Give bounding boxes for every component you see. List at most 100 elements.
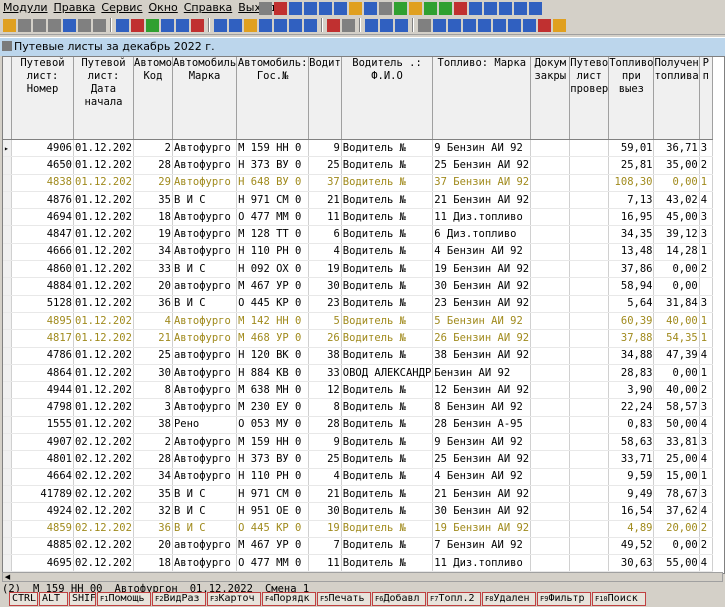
menu-item-2[interactable]: Сервис <box>98 0 145 15</box>
table-cell[interactable]: 30 Бензин АИ 92 <box>432 277 532 296</box>
table-row[interactable]: 4860 01.12.202 33 В И СН 092 ОХ 0 19 Водитель… <box>3 260 713 279</box>
table-cell[interactable]: 9 <box>308 139 342 158</box>
toolbar-icon[interactable] <box>3 18 16 32</box>
table-cell[interactable]: 01.12.202 <box>73 295 134 313</box>
table-cell[interactable]: 19 <box>133 225 173 244</box>
table-cell[interactable]: 55,00 <box>653 554 700 573</box>
toolbar-icon[interactable] <box>229 18 242 32</box>
table-row[interactable]: 4884 01.12.202 20 автофурго М 467 УР 0 30 Води… <box>3 277 713 296</box>
table-cell[interactable] <box>569 295 610 313</box>
fkey-button-f1[interactable]: F1Помощь <box>97 592 151 606</box>
table-cell[interactable] <box>569 260 610 279</box>
table-cell[interactable]: 14,28 <box>653 243 700 262</box>
table-cell[interactable]: 4801 <box>11 450 74 469</box>
table-cell[interactable]: 2 <box>699 537 713 556</box>
table-row[interactable]: 4695 02.12.202 18 Автофурго О 477 ММ 0 11 Води… <box>3 554 713 573</box>
table-cell[interactable] <box>569 398 610 417</box>
table-cell[interactable]: 01.12.202 <box>73 243 134 262</box>
table-cell[interactable]: 02.12.202 <box>73 554 134 573</box>
table-cell[interactable]: Н 884 КВ 0 <box>236 364 310 383</box>
table-cell[interactable]: 4924 <box>11 502 74 521</box>
table-cell[interactable] <box>530 398 571 417</box>
table-cell[interactable]: 4876 <box>11 191 74 210</box>
table-cell[interactable] <box>530 156 571 175</box>
table-cell[interactable]: 45,00 <box>653 208 700 227</box>
table-cell[interactable]: 8 <box>308 398 342 417</box>
table-cell[interactable]: В И С <box>172 520 238 538</box>
table-cell[interactable]: 40,00 <box>653 312 700 331</box>
table-cell[interactable]: 31,84 <box>653 295 700 313</box>
table-cell[interactable]: 30 Бензин АИ 92 <box>432 502 532 521</box>
table-cell[interactable]: Автофурго <box>172 243 238 262</box>
column-header[interactable]: Р п <box>699 57 713 140</box>
table-cell[interactable]: Водитель № <box>341 139 434 158</box>
table-cell[interactable]: 02.12.202 <box>73 468 134 486</box>
table-cell[interactable]: 02.12.202 <box>73 520 134 538</box>
table-cell[interactable]: 7,13 <box>608 191 655 210</box>
table-cell[interactable]: 01.12.202 <box>73 191 134 210</box>
toolbar-icon[interactable] <box>176 18 189 32</box>
table-cell[interactable]: 5,64 <box>608 295 655 313</box>
table-cell[interactable] <box>569 208 610 227</box>
table-cell[interactable]: 01.12.202 <box>73 364 134 383</box>
toolbar-icon[interactable] <box>364 2 377 15</box>
table-cell[interactable]: 9,49 <box>608 485 655 504</box>
column-header[interactable]: Путево лист провер <box>569 57 610 140</box>
fkey-button-alt[interactable]: ALT <box>39 592 68 606</box>
table-cell[interactable] <box>569 329 610 348</box>
toolbar-icon[interactable] <box>380 18 393 32</box>
column-header[interactable]: Автомо Код <box>133 57 173 140</box>
table-cell[interactable]: 02.12.202 <box>73 433 134 452</box>
table-cell[interactable]: 4 <box>699 450 713 469</box>
table-cell[interactable]: 4664 <box>11 468 74 486</box>
fkey-button-f7[interactable]: F7Топл.2 <box>427 592 481 606</box>
table-cell[interactable]: 16,95 <box>608 208 655 227</box>
table-cell[interactable]: 4817 <box>11 329 74 348</box>
table-cell[interactable]: Водитель № <box>341 347 434 365</box>
table-cell[interactable]: М 467 УР 0 <box>236 277 310 296</box>
table-cell[interactable]: 59,01 <box>608 139 655 158</box>
column-header[interactable]: Водит <box>308 57 342 140</box>
table-cell[interactable]: 4650 <box>11 156 74 175</box>
table-cell[interactable]: Автофурго <box>172 468 238 486</box>
table-cell[interactable]: 33,81 <box>653 433 700 452</box>
table-cell[interactable]: 0,00 <box>653 260 700 279</box>
table-cell[interactable]: М 467 УР 0 <box>236 537 310 556</box>
table-cell[interactable]: Рено <box>172 416 238 435</box>
table-cell[interactable]: 4 <box>699 191 713 210</box>
table-cell[interactable]: Водитель № <box>341 450 434 469</box>
table-cell[interactable]: Водитель № <box>341 502 434 521</box>
table-cell[interactable]: 39,12 <box>653 225 700 244</box>
table-cell[interactable]: Н 120 ВК 0 <box>236 347 310 365</box>
table-cell[interactable] <box>569 433 610 452</box>
fkey-button-ctrl[interactable]: CTRL <box>9 592 38 606</box>
table-cell[interactable]: 4 <box>133 312 173 331</box>
table-row[interactable]: 4847 01.12.202 19 Автофурго М 128 ТТ 0 6 Водит… <box>3 225 713 244</box>
toolbar-icon[interactable] <box>116 18 129 32</box>
table-cell[interactable]: 28 <box>133 156 173 175</box>
table-row[interactable]: 4859 02.12.202 36 В И СО 445 КР 0 19 Водитель… <box>3 520 713 538</box>
table-cell[interactable]: 11 Диз.топливо <box>432 208 532 227</box>
table-cell[interactable]: 3 <box>699 139 713 158</box>
table-cell[interactable]: 8 <box>133 381 173 400</box>
toolbar-icon[interactable] <box>244 18 257 32</box>
table-cell[interactable]: 02.12.202 <box>73 502 134 521</box>
table-cell[interactable]: 9 <box>308 433 342 452</box>
table-cell[interactable]: 01.12.202 <box>73 416 134 435</box>
table-cell[interactable] <box>569 174 610 192</box>
table-cell[interactable] <box>530 174 571 192</box>
table-row[interactable]: 4907 02.12.202 2 Автофурго М 159 НН 0 9 Водите… <box>3 433 713 452</box>
table-cell[interactable]: Автофурго <box>172 312 238 331</box>
table-cell[interactable] <box>569 191 610 210</box>
table-cell[interactable]: автофурго <box>172 537 238 556</box>
table-cell[interactable]: 01.12.202 <box>73 381 134 400</box>
table-cell[interactable]: Водитель № <box>341 416 434 435</box>
table-cell[interactable] <box>530 485 571 504</box>
table-cell[interactable]: 6 Диз.топливо <box>432 225 532 244</box>
table-cell[interactable]: Водитель № <box>341 225 434 244</box>
table-cell[interactable]: 25 Бензин АИ 92 <box>432 450 532 469</box>
column-header[interactable]: Путевой лист: Дата начала <box>73 57 134 140</box>
table-row[interactable]: 4876 01.12.202 35 В И СН 971 СМ 0 21 Водитель… <box>3 191 713 210</box>
table-cell[interactable]: Водитель № <box>341 277 434 296</box>
table-cell[interactable]: 0,00 <box>653 277 700 296</box>
